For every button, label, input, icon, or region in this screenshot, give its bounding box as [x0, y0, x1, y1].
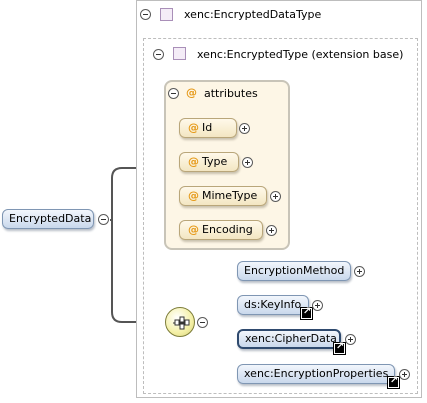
expand-icon[interactable] — [266, 225, 277, 236]
collapse-icon[interactable] — [168, 88, 179, 99]
type-icon — [173, 47, 186, 60]
expand-icon[interactable] — [239, 123, 250, 134]
attribute-encoding[interactable]: @ Encoding — [179, 220, 263, 240]
sequence-icon[interactable] — [165, 307, 195, 337]
element-label: EncryptionMethod — [244, 264, 345, 277]
extension-header-label: xenc:EncryptedType (extension base) — [197, 48, 404, 61]
attribute-mimetype[interactable]: @ MimeType — [179, 186, 267, 206]
attribute-label: Id — [202, 121, 213, 134]
element-xenc-cipherdata[interactable]: xenc:CipherData — [237, 329, 341, 349]
element-label: xenc:EncryptionProperties — [244, 367, 389, 380]
collapse-icon[interactable] — [197, 317, 208, 328]
element-label: xenc:CipherData — [245, 332, 337, 345]
element-ds-keyinfo[interactable]: ds:KeyInfo — [237, 295, 309, 315]
expand-icon[interactable] — [312, 300, 323, 311]
attribute-label: Type — [202, 155, 228, 168]
attribute-icon: @ — [188, 155, 199, 168]
attribute-icon: @ — [186, 86, 197, 99]
collapse-icon[interactable] — [153, 49, 164, 60]
element-xenc-encryptionproperties[interactable]: xenc:EncryptionProperties — [237, 364, 395, 384]
element-label: ds:KeyInfo — [244, 298, 302, 311]
expand-icon[interactable] — [345, 334, 356, 345]
reference-icon — [301, 306, 312, 319]
expand-icon[interactable] — [242, 157, 253, 168]
type-header-label: xenc:EncryptedDataType — [184, 8, 322, 21]
attribute-icon: @ — [188, 189, 199, 202]
element-encryptionmethod[interactable]: EncryptionMethod — [237, 261, 351, 281]
collapse-icon[interactable] — [98, 214, 109, 225]
attribute-label: Encoding — [202, 223, 253, 236]
reference-icon — [334, 341, 345, 354]
attribute-label: MimeType — [202, 189, 258, 202]
root-element-label: EncryptedData — [9, 212, 92, 225]
reference-icon — [388, 375, 399, 388]
attributes-group-label: attributes — [204, 87, 258, 100]
expand-icon[interactable] — [270, 191, 281, 202]
attribute-icon: @ — [188, 121, 199, 134]
type-icon — [160, 8, 173, 21]
attribute-id[interactable]: @ Id — [179, 118, 237, 138]
attribute-icon: @ — [188, 223, 199, 236]
root-element-encrypteddata[interactable]: EncryptedData — [2, 209, 94, 229]
expand-icon[interactable] — [399, 369, 410, 380]
attribute-type[interactable]: @ Type — [179, 152, 239, 172]
collapse-icon[interactable] — [140, 9, 151, 20]
expand-icon[interactable] — [354, 266, 365, 277]
